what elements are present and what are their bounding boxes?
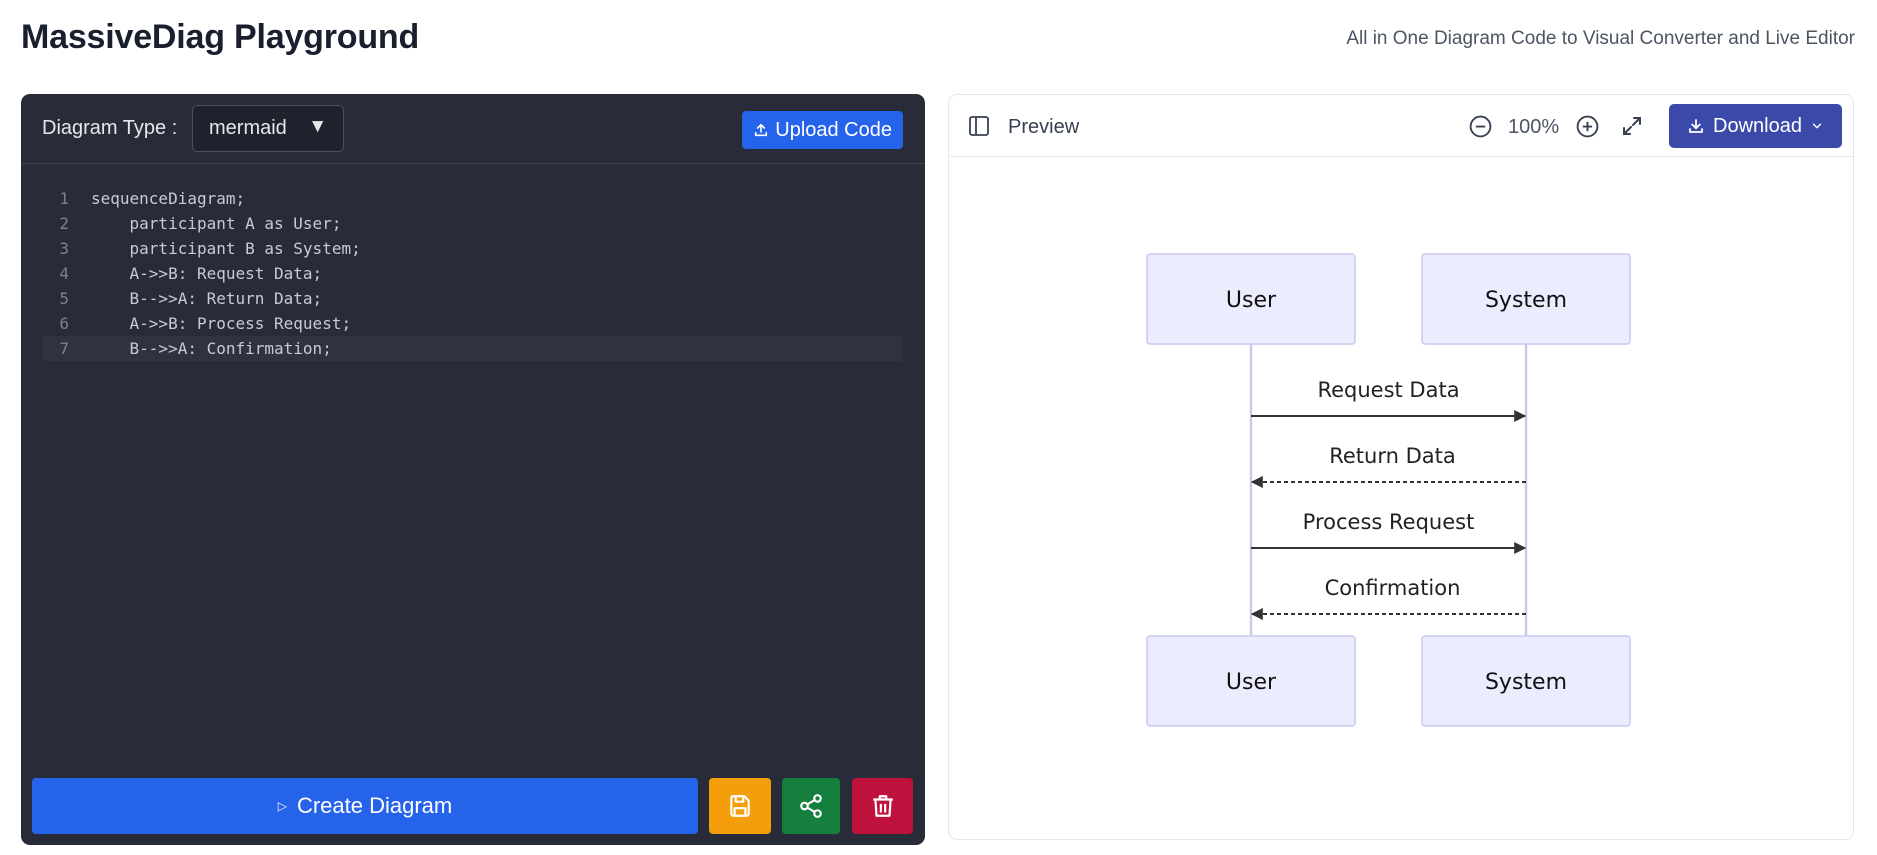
message-label: Return Data [1329,444,1456,468]
sequence-diagram: User User System System Request Data Return D… [1146,253,1631,727]
code-line[interactable]: 3 participant B as System; [43,236,903,261]
code-line[interactable]: 5 B-->>A: Return Data; [43,286,903,311]
floppy-disk-icon [730,795,750,817]
preview-panel: Preview 100% Download User User System Syst… [948,94,1854,840]
delete-button[interactable] [852,778,913,834]
create-diagram-button[interactable]: ▷ Create Diagram [32,778,698,834]
line-text: A->>B: Request Data; [91,264,323,283]
line-text: sequenceDiagram; [91,189,246,208]
share-button[interactable] [782,778,840,834]
app-title: MassiveDiag Playground [21,18,420,56]
zoom-out-icon[interactable] [1468,114,1493,139]
upload-code-label: Upload Code [775,118,892,141]
editor-panel: Diagram Type : mermaid ▼ Upload Code 1 se… [21,94,925,845]
actor-label: System [1485,288,1567,313]
trash-icon [872,795,893,817]
code-line[interactable]: 6 A->>B: Process Request; [43,311,903,336]
code-line[interactable]: 1 sequenceDiagram; [43,186,903,211]
create-diagram-label: Create Diagram [296,793,453,818]
line-text: B-->>A: Confirmation; [91,339,332,358]
line-text: participant A as User; [91,214,342,233]
line-number: 4 [59,264,69,283]
code-line[interactable]: 7 B-->>A: Confirmation; [43,336,903,361]
sidebar-panel-icon[interactable] [967,114,991,138]
actor-label: User [1226,670,1277,695]
line-number: 3 [59,239,69,258]
preview-label: Preview [1008,116,1080,138]
editor-toolbar: Diagram Type : mermaid ▼ Upload Code [21,94,925,164]
diagram-type-select[interactable]: mermaid ▼ [192,105,344,152]
actor-label: User [1226,288,1277,313]
message-label: Confirmation [1325,576,1461,600]
editor-footer: ▷ Create Diagram [32,778,914,834]
expand-icon[interactable] [1620,114,1644,138]
diagram-type-value: mermaid [209,117,287,139]
line-text: A->>B: Process Request; [91,314,352,333]
message-label: Process Request [1303,510,1475,534]
line-number: 2 [59,214,69,233]
actor-label: System [1485,670,1567,695]
download-icon [1689,119,1703,133]
code-editor[interactable]: 1 sequenceDiagram; 2 participant A as User… [43,186,903,686]
code-line[interactable]: 4 A->>B: Request Data; [43,261,903,286]
share-icon [800,794,822,818]
line-number: 1 [59,189,69,208]
upload-code-button[interactable]: Upload Code [742,111,903,149]
zoom-in-icon[interactable] [1575,114,1600,139]
line-number: 7 [59,339,69,358]
play-icon: ▷ [277,799,287,813]
diagram-type-label: Diagram Type : [42,117,178,139]
download-label: Download [1713,114,1802,137]
upload-icon [755,123,768,137]
save-button[interactable] [709,778,771,834]
caret-down-icon: ▼ [308,116,327,137]
app-subtitle: All in One Diagram Code to Visual Conver… [1346,28,1855,49]
download-button[interactable]: Download [1669,104,1842,148]
message-label: Request Data [1317,378,1459,402]
line-number: 5 [59,289,69,308]
line-number: 6 [59,314,69,333]
preview-header: Preview 100% Download [949,95,1853,157]
code-line[interactable]: 2 participant A as User; [43,211,903,236]
chevron-down-icon [1812,123,1822,129]
line-text: B-->>A: Return Data; [91,289,323,308]
zoom-level: 100% [1508,116,1560,138]
line-text: participant B as System; [91,239,361,258]
